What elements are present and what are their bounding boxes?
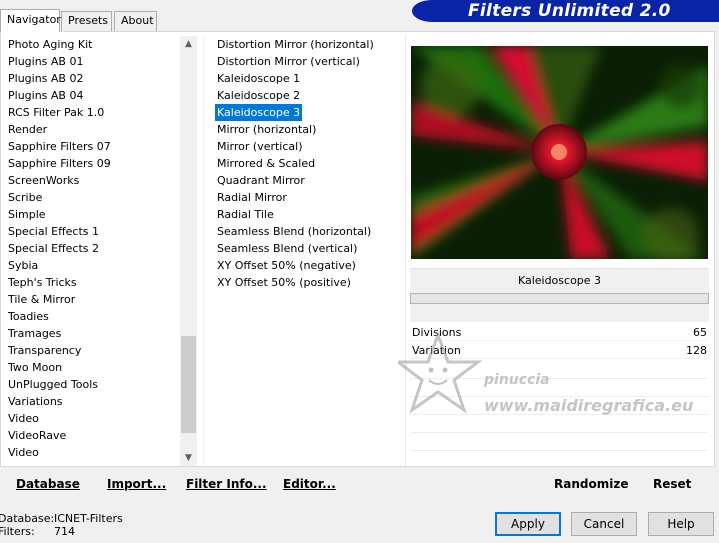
category-item[interactable]: Plugins AB 02 xyxy=(8,70,83,87)
app-title: Filters Unlimited 2.0 xyxy=(468,1,671,21)
filter-info-label: Filter Info... xyxy=(186,477,267,491)
category-item[interactable]: Video xyxy=(8,444,39,461)
category-item[interactable]: Simple xyxy=(8,206,46,223)
category-item[interactable]: Special Effects 2 xyxy=(8,240,99,257)
database-button[interactable]: Database xyxy=(16,476,80,492)
status-database-value: ICNET-Filters xyxy=(54,512,123,525)
filter-item[interactable]: Mirror (vertical) xyxy=(215,138,305,155)
category-item[interactable]: Teph's Tricks xyxy=(8,274,77,291)
tab-navigator[interactable]: Navigator xyxy=(0,9,61,32)
category-item[interactable]: Render xyxy=(8,121,47,138)
param-row-variation[interactable]: Variation 128 xyxy=(410,342,709,359)
filter-item[interactable]: XY Offset 50% (positive) xyxy=(215,274,353,291)
database-label: Database xyxy=(16,477,80,491)
param-divider xyxy=(410,450,709,451)
tab-presets[interactable]: Presets xyxy=(61,11,112,31)
filter-item[interactable]: Distortion Mirror (horizontal) xyxy=(215,36,376,53)
param-row-divisions[interactable]: Divisions 65 xyxy=(410,324,709,341)
category-item[interactable]: Plugins AB 01 xyxy=(8,53,83,70)
selected-filter-name: Kaleidoscope 3 xyxy=(517,274,602,287)
filter-item[interactable]: Seamless Blend (vertical) xyxy=(215,240,359,257)
category-item[interactable]: Tramages xyxy=(8,325,61,342)
filter-item[interactable]: Mirror (horizontal) xyxy=(215,121,318,138)
category-item[interactable]: Sybia xyxy=(8,257,38,274)
category-item[interactable]: Video xyxy=(8,410,39,427)
filter-progress-bar xyxy=(410,293,709,304)
param-value: 65 xyxy=(693,326,707,339)
filter-item[interactable]: Mirrored & Scaled xyxy=(215,155,317,172)
status-filters-value: 714 xyxy=(54,525,75,538)
watermark-url: www.maidiregrafica.eu xyxy=(484,396,694,415)
filter-info-button[interactable]: Filter Info... xyxy=(186,476,267,492)
editor-button[interactable]: Editor... xyxy=(283,476,336,492)
import-label: Import... xyxy=(107,477,167,491)
category-item[interactable]: VideoRave xyxy=(8,427,66,444)
filter-item[interactable]: Radial Tile xyxy=(215,206,276,223)
editor-label: Editor... xyxy=(283,477,336,491)
filter-item[interactable]: Radial Mirror xyxy=(215,189,289,206)
filter-item[interactable]: Quadrant Mirror xyxy=(215,172,307,189)
category-item[interactable]: Two Moon xyxy=(8,359,62,376)
watermark-text: pinuccia xyxy=(484,372,550,388)
param-name: Divisions xyxy=(412,326,462,339)
filter-item[interactable]: Seamless Blend (horizontal) xyxy=(215,223,373,240)
scroll-down-icon[interactable]: ▼ xyxy=(180,450,197,466)
category-item[interactable]: Sapphire Filters 09 xyxy=(8,155,111,172)
randomize-label: Randomize xyxy=(554,477,629,491)
apply-button[interactable]: Apply xyxy=(495,512,561,536)
status-filters-label: Filters: xyxy=(0,525,35,538)
help-button[interactable]: Help xyxy=(648,512,714,536)
kaleidoscope-preview xyxy=(411,46,708,259)
filter-item[interactable]: Kaleidoscope 2 xyxy=(215,87,302,104)
category-item[interactable]: RCS Filter Pak 1.0 xyxy=(8,104,104,121)
category-item[interactable]: Special Effects 1 xyxy=(8,223,99,240)
param-value: 128 xyxy=(686,344,707,357)
scroll-up-icon[interactable]: ▲ xyxy=(180,36,197,52)
param-divider xyxy=(410,432,709,433)
category-item[interactable]: Toadies xyxy=(8,308,49,325)
reset-label: Reset xyxy=(653,477,692,491)
category-item[interactable]: Photo Aging Kit xyxy=(8,36,92,53)
import-button[interactable]: Import... xyxy=(107,476,166,492)
reset-button[interactable]: Reset xyxy=(653,476,691,492)
scrollbar-thumb[interactable] xyxy=(181,336,196,433)
cancel-button[interactable]: Cancel xyxy=(571,512,637,536)
category-item[interactable]: UnPlugged Tools xyxy=(8,376,98,393)
tab-about[interactable]: About xyxy=(114,11,157,31)
status-database-label: Database: xyxy=(0,512,55,525)
category-item[interactable]: Variations xyxy=(8,393,63,410)
param-divider xyxy=(410,378,709,379)
param-name: Variation xyxy=(412,344,461,357)
category-item[interactable]: ScreenWorks xyxy=(8,172,79,189)
filter-item[interactable]: XY Offset 50% (negative) xyxy=(215,257,358,274)
preview-image xyxy=(411,46,708,259)
filter-item[interactable]: Kaleidoscope 3 xyxy=(215,104,303,121)
filter-item[interactable]: Kaleidoscope 1 xyxy=(215,70,302,87)
category-item[interactable]: Scribe xyxy=(8,189,42,206)
filter-list[interactable]: Distortion Mirror (horizontal) Distortion… xyxy=(203,36,403,466)
category-scrollbar[interactable]: ▲ ▼ xyxy=(180,36,197,466)
category-item[interactable]: Tile & Mirror xyxy=(8,291,75,308)
category-list[interactable]: Photo Aging Kit Plugins AB 01 Plugins AB 0… xyxy=(0,36,198,466)
filter-item[interactable]: Distortion Mirror (vertical) xyxy=(215,53,362,70)
category-item[interactable]: Sapphire Filters 07 xyxy=(8,138,111,155)
category-item[interactable]: Plugins AB 04 xyxy=(8,87,83,104)
randomize-button[interactable]: Randomize xyxy=(554,476,628,492)
category-item[interactable]: Transparency xyxy=(8,342,81,359)
